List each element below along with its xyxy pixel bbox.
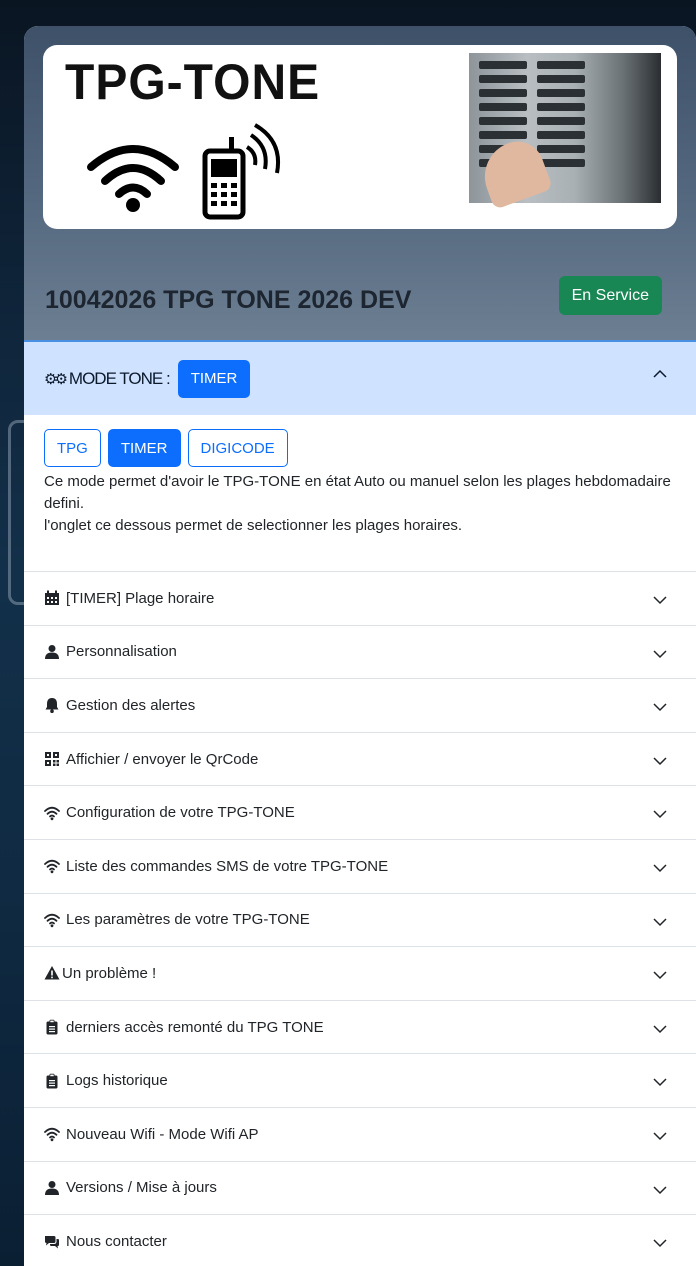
chevron-down-icon — [653, 864, 667, 873]
clipboard-icon — [44, 1073, 60, 1089]
accordion-label: Un problème ! — [62, 964, 157, 982]
wifi-icon — [44, 858, 60, 874]
intercom-photo — [469, 53, 661, 210]
hero-header: TPG-TONE 10042026 TPG TONE 2026 DEV En S… — [24, 26, 696, 340]
chevron-down-icon — [653, 1239, 667, 1248]
chevron-down-icon — [653, 1186, 667, 1194]
accordion-label: Liste des commandes SMS de votre TPG-TON… — [66, 857, 389, 875]
chevron-down-icon — [653, 703, 667, 712]
calendar-icon — [44, 590, 60, 606]
mode-selector: TPG TIMER DIGICODE — [44, 429, 676, 467]
qrcode-icon — [44, 751, 60, 767]
accordion-label: Les paramètres de votre TPG-TONE — [66, 911, 310, 929]
chevron-down-icon — [653, 757, 667, 765]
accordion-item-probleme[interactable]: Un problème ! — [24, 947, 696, 1001]
accordion-item-derniers-acces[interactable]: derniers accès remonté du TPG TONE — [24, 1000, 696, 1055]
accordion-label: Affichier / envoyer le QrCode — [66, 750, 259, 768]
warning-icon — [44, 965, 60, 981]
accordion-item-commandes-sms[interactable]: Liste des commandes SMS de votre TPG-TON… — [24, 839, 696, 894]
user-icon — [44, 644, 60, 660]
accordion-label: Nous contacter — [66, 1233, 167, 1251]
logo-banner: TPG-TONE — [43, 45, 677, 229]
current-mode-badge: TIMER — [177, 359, 251, 398]
wifi-icon — [44, 1126, 60, 1142]
accordion-item-configuration[interactable]: Configuration de votre TPG-TONE — [24, 786, 696, 840]
mode-description-line: l'onglet ce dessous permet de selectionn… — [44, 517, 463, 534]
gears-icon: ⚙⚙ — [44, 370, 68, 388]
chevron-up-icon — [653, 369, 667, 378]
accordion-label: Logs historique — [66, 1072, 168, 1090]
chevron-down-icon — [653, 1025, 667, 1033]
user-icon — [44, 1180, 60, 1196]
wifi-logo-icon — [87, 145, 179, 212]
mode-tone-header[interactable]: ⚙⚙ MODE TONE : TIMER — [24, 340, 696, 415]
accordion-item-plage-horaire[interactable]: [TIMER] Plage horaire — [24, 572, 696, 626]
wifi-icon — [44, 805, 60, 821]
chevron-down-icon — [653, 596, 667, 605]
wifi-icon — [44, 912, 60, 928]
chevron-down-icon — [653, 1132, 667, 1140]
chevron-down-icon — [653, 971, 667, 980]
accordion-label: Configuration de votre TPG-TONE — [66, 804, 295, 822]
brand-logo-text: TPG-TONE — [65, 54, 321, 111]
chevron-down-icon — [653, 1078, 667, 1087]
comments-icon — [44, 1234, 60, 1250]
mode-description: Ce mode permet d'avoir le TPG-TONE en ét… — [44, 471, 676, 537]
mode-tone-panel: TPG TIMER DIGICODE Ce mode permet d'avoi… — [24, 415, 696, 572]
accordion-label: Versions / Mise à jours — [66, 1179, 217, 1197]
mode-description-line: Ce mode permet d'avoir le TPG-TONE en ét… — [44, 473, 671, 512]
accordion-item-logs[interactable]: Logs historique — [24, 1054, 696, 1108]
mode-tone-label: MODE TONE : — [68, 368, 171, 388]
chevron-down-icon — [653, 650, 667, 658]
status-badge: En Service — [558, 276, 662, 315]
accordion-label: Personnalisation — [66, 643, 177, 661]
device-title: 10042026 TPG TONE 2026 DEV — [45, 286, 412, 314]
accordion-label: derniers accès remonté du TPG TONE — [66, 1018, 324, 1036]
bell-icon — [44, 697, 60, 714]
accordion-item-versions[interactable]: Versions / Mise à jours — [24, 1161, 696, 1216]
main-card: TPG-TONE 10042026 TPG TONE 2026 DEV En S… — [24, 26, 696, 1266]
accordion-item-parametres[interactable]: Les paramètres de votre TPG-TONE — [24, 893, 696, 948]
clipboard-icon — [44, 1019, 60, 1035]
accordion-label: Nouveau Wifi - Mode Wifi AP — [66, 1125, 259, 1143]
accordion-item-personnalisation[interactable]: Personnalisation — [24, 625, 696, 680]
accordion-item-qrcode[interactable]: Affichier / envoyer le QrCode — [24, 732, 696, 787]
accordion-item-alertes[interactable]: Gestion des alertes — [24, 679, 696, 733]
mobile-phone-icon — [202, 123, 280, 220]
accordion-item-contact[interactable]: Nous contacter — [24, 1215, 696, 1266]
mode-tpg-button[interactable]: TPG — [44, 429, 101, 467]
accordion-label: [TIMER] Plage horaire — [66, 589, 215, 607]
accordion-label: Gestion des alertes — [66, 696, 196, 714]
mode-timer-button[interactable]: TIMER — [107, 429, 181, 467]
chevron-down-icon — [653, 810, 667, 819]
chevron-down-icon — [653, 918, 667, 926]
mode-digicode-button[interactable]: DIGICODE — [187, 429, 288, 467]
accordion-item-nouveau-wifi[interactable]: Nouveau Wifi - Mode Wifi AP — [24, 1107, 696, 1162]
